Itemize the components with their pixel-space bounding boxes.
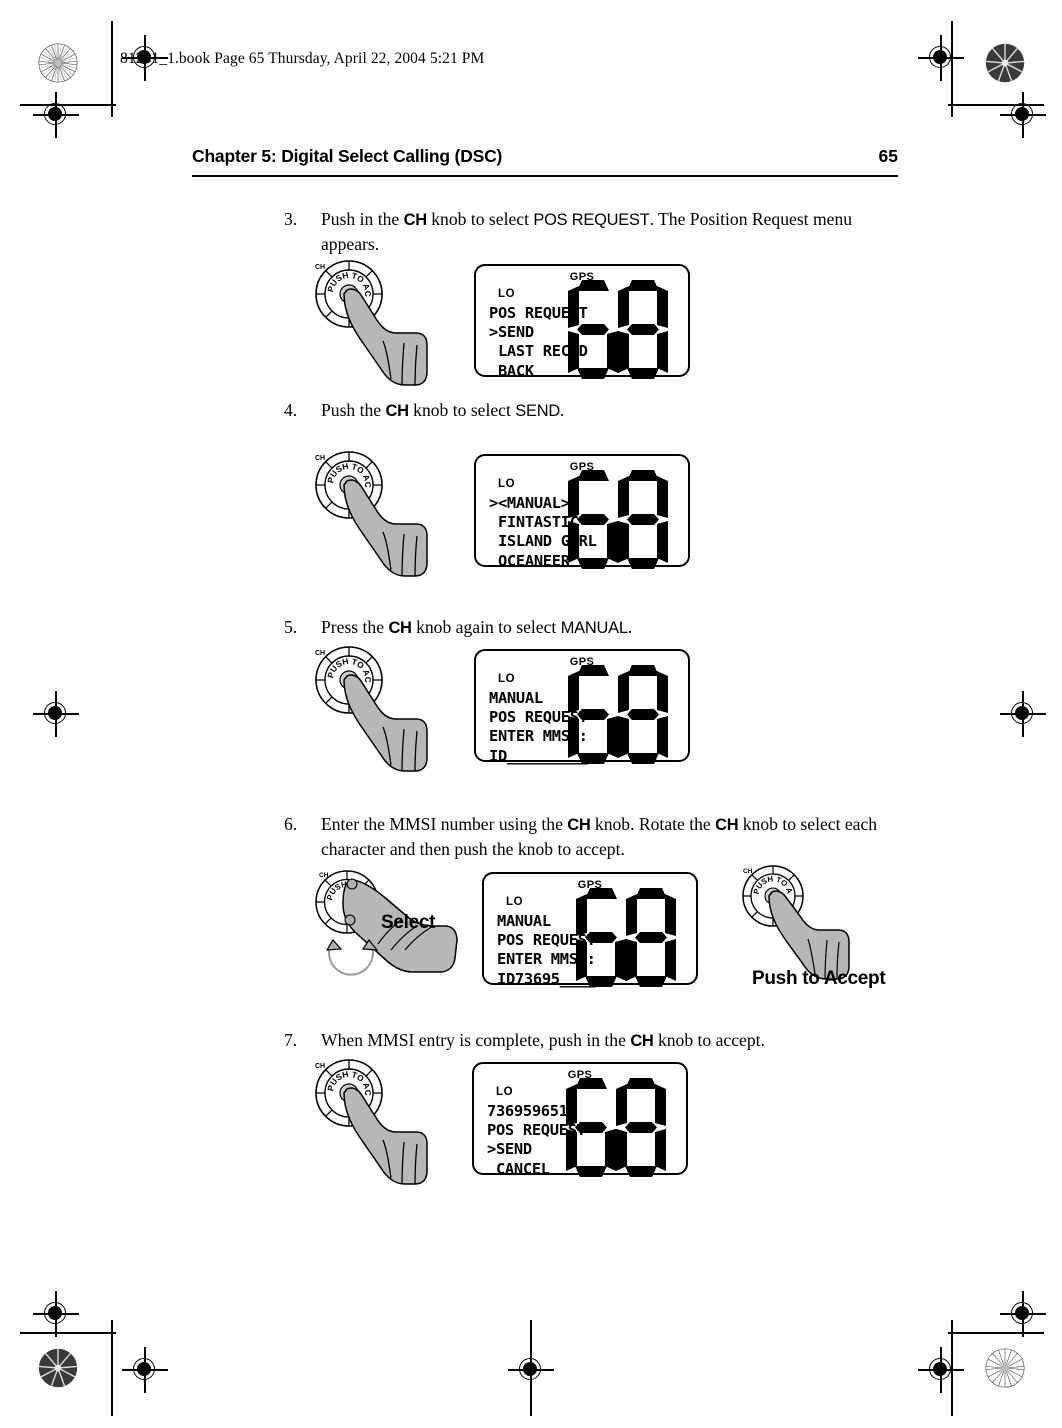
lcd-display-step7: GPS LO 736959651 POS REQUEST >SEND CANCE… (472, 1062, 688, 1178)
svg-text:CH: CH (315, 650, 325, 657)
seven-segment-digit (568, 280, 618, 380)
running-head: Chapter 5: Digital Select Calling (DSC) … (192, 146, 898, 167)
seven-segment-digit (618, 665, 668, 765)
lcd-display-step4: GPS LO ><MANUAL> FINTASTIC ISLAND GIRL O… (474, 454, 690, 570)
seven-segment-digit (568, 665, 618, 765)
channel-number-display (566, 1078, 678, 1182)
seven-segment-digit (566, 1078, 616, 1178)
knob-hand-push-step4: CH PUSH TO ACCEPT (300, 440, 435, 586)
step-7: 7. When MMSI entry is complete, push in … (284, 1028, 904, 1053)
seven-segment-digit (626, 888, 676, 988)
chapter-title: Chapter 5: Digital Select Calling (DSC) (192, 146, 503, 166)
seven-segment-digit (618, 280, 668, 380)
lcd-display-step3: GPS LO POS REQUEST >SEND LAST RECVD BACK (474, 264, 690, 380)
push-to-accept-callout-label: Push to Accept (752, 968, 886, 989)
step-4-text: Push the CH knob to select SEND. (321, 400, 565, 420)
seven-segment-digit (618, 470, 668, 570)
lo-power-indicator: LO (498, 673, 516, 685)
page-content: Chapter 5: Digital Select Calling (DSC) … (0, 0, 1062, 1428)
svg-text:CH: CH (315, 455, 325, 462)
lcd-display-step5: GPS LO MANUAL POS REQUEST ENTER MMSI: ID… (474, 649, 690, 765)
seven-segment-digit (616, 1078, 666, 1178)
step-3-number: 3. (284, 209, 298, 229)
lo-power-indicator: LO (506, 896, 524, 908)
page-number: 65 (878, 146, 898, 166)
select-callout-label: Select (381, 912, 436, 933)
step-7-text: When MMSI entry is complete, push in the… (321, 1030, 765, 1050)
step-4-number: 4. (284, 400, 298, 420)
channel-number-display (568, 665, 680, 769)
seven-segment-digit (576, 888, 626, 988)
channel-number-display (568, 470, 680, 574)
knob-hand-push-step3: CH PUSH TO ACCEPT (300, 249, 435, 395)
lo-power-indicator: LO (498, 288, 516, 300)
lo-power-indicator: LO (498, 478, 516, 490)
svg-text:CH: CH (315, 264, 325, 271)
header-rule (192, 175, 898, 178)
step-6-text: Enter the MMSI number using the CH knob.… (321, 814, 878, 859)
step-3-text: Push in the CH knob to select POS REQUES… (321, 209, 853, 254)
knob-hand-push-step7: CH PUSH TO ACCEPT (300, 1048, 435, 1194)
seven-segment-digit (568, 470, 618, 570)
step-7-number: 7. (284, 1030, 298, 1050)
step-6: 6. Enter the MMSI number using the CH kn… (284, 812, 909, 861)
step-5-text: Press the CH knob again to select MANUAL… (321, 617, 633, 637)
knob-hand-push-step5: CH PUSH TO ACCEPT (300, 635, 435, 781)
step-3: 3. Push in the CH knob to select POS REQ… (284, 207, 904, 256)
lo-power-indicator: LO (496, 1086, 514, 1098)
step-4: 4. Push the CH knob to select SEND. (284, 398, 904, 423)
step-5: 5. Press the CH knob again to select MAN… (284, 615, 904, 640)
channel-number-display (576, 888, 688, 992)
svg-text:CH: CH (743, 868, 753, 875)
channel-number-display (568, 280, 680, 384)
lcd-display-step6: GPS LO MANUAL POS REQUEST ENTER MMSI: ID… (482, 872, 698, 988)
step-5-number: 5. (284, 617, 298, 637)
svg-text:CH: CH (315, 1063, 325, 1070)
step-6-number: 6. (284, 814, 298, 834)
